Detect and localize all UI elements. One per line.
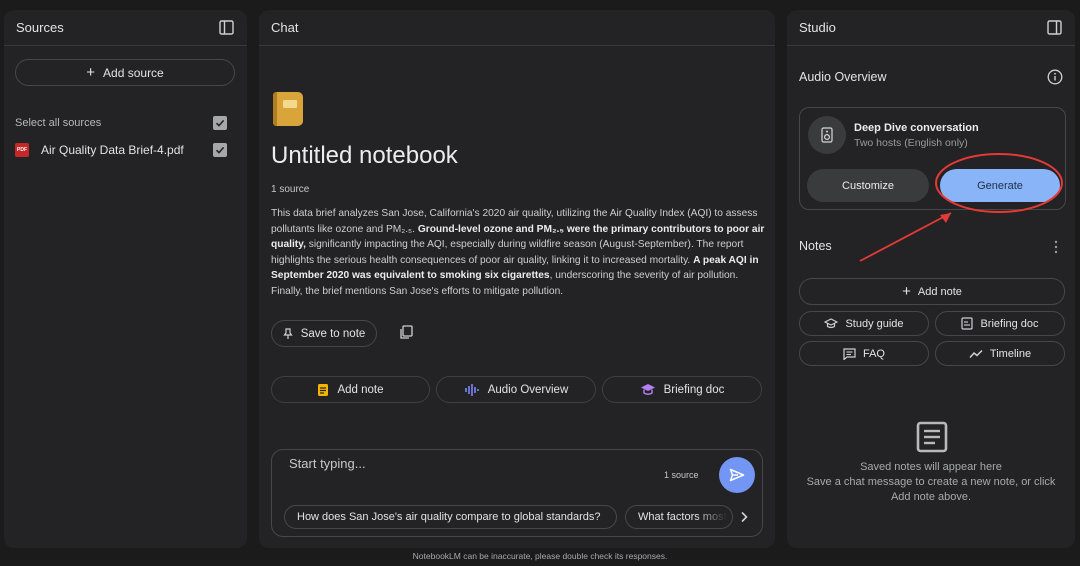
collapse-panel-icon[interactable] bbox=[217, 19, 235, 37]
notebook-title[interactable]: Untitled notebook bbox=[271, 142, 458, 170]
timeline-icon bbox=[969, 349, 983, 358]
add-note-button[interactable]: + Add note bbox=[799, 278, 1065, 305]
source-item-main: PDF Air Quality Data Brief-4.pdf bbox=[15, 143, 184, 157]
copy-icon[interactable] bbox=[398, 324, 414, 340]
plus-icon: + bbox=[902, 282, 911, 300]
empty-line: Save a chat message to create a new note… bbox=[806, 476, 1056, 488]
chat-panel: Chat Untitled notebook 1 source This dat… bbox=[259, 10, 775, 548]
study-guide-button[interactable]: Study guide bbox=[799, 311, 929, 336]
pdf-icon: PDF bbox=[15, 143, 29, 157]
timeline-label: Timeline bbox=[989, 347, 1032, 360]
deep-dive-title: Deep Dive conversation bbox=[854, 122, 979, 134]
empty-line: Saved notes will appear here bbox=[860, 461, 1002, 473]
send-button[interactable] bbox=[719, 457, 755, 493]
collapse-panel-icon[interactable] bbox=[1045, 19, 1063, 37]
audio-overview-heading: Audio Overview bbox=[799, 70, 887, 84]
plus-icon: + bbox=[86, 63, 96, 81]
add-source-button[interactable]: + Add source bbox=[15, 59, 235, 86]
faq-label: FAQ bbox=[862, 347, 885, 360]
notes-empty-message: Saved notes will appear here Save a chat… bbox=[787, 460, 1075, 505]
chat-title: Chat bbox=[271, 20, 299, 35]
source-checkbox[interactable] bbox=[213, 143, 227, 157]
add-note-action-label: Add note bbox=[337, 383, 384, 396]
generate-button[interactable]: Generate bbox=[940, 169, 1060, 202]
graduation-cap-icon bbox=[640, 384, 655, 395]
add-source-label: Add source bbox=[103, 65, 164, 80]
empty-line: Add note above. bbox=[890, 491, 972, 503]
source-item[interactable]: PDF Air Quality Data Brief-4.pdf bbox=[15, 141, 227, 159]
study-guide-label: Study guide bbox=[845, 317, 904, 330]
faq-button[interactable]: FAQ bbox=[799, 341, 929, 366]
save-to-note-label: Save to note bbox=[300, 327, 366, 340]
timeline-button[interactable]: Timeline bbox=[935, 341, 1065, 366]
disclaimer-footer: NotebookLM can be inaccurate, please dou… bbox=[412, 551, 668, 561]
info-icon[interactable] bbox=[1047, 69, 1063, 85]
source-count: 1 source bbox=[271, 184, 310, 195]
faq-icon bbox=[843, 347, 856, 360]
studio-panel: Studio Audio Overview Deep Dive conversa… bbox=[787, 10, 1075, 548]
chat-header: Chat bbox=[259, 10, 775, 46]
audio-overview-action-label: Audio Overview bbox=[487, 383, 569, 396]
briefing-doc-action-label: Briefing doc bbox=[663, 383, 725, 396]
select-all-row[interactable]: Select all sources bbox=[15, 114, 227, 132]
chevron-right-icon[interactable] bbox=[737, 510, 751, 524]
summary-text: significantly impacting the AQI, especia… bbox=[271, 239, 744, 266]
save-to-note-button[interactable]: Save to note bbox=[271, 320, 377, 347]
note-icon bbox=[318, 383, 329, 396]
studio-header: Studio bbox=[787, 10, 1075, 46]
graduation-cap-icon bbox=[824, 317, 839, 328]
select-all-label: Select all sources bbox=[15, 117, 102, 129]
input-source-count: 1 source bbox=[664, 470, 699, 480]
add-note-action-button[interactable]: Add note bbox=[271, 376, 430, 403]
customize-button[interactable]: Customize bbox=[807, 169, 929, 202]
briefing-doc-action-button[interactable]: Briefing doc bbox=[602, 376, 762, 403]
studio-title: Studio bbox=[799, 20, 836, 35]
document-icon bbox=[961, 317, 974, 330]
select-all-checkbox[interactable] bbox=[213, 116, 227, 130]
add-note-label: Add note bbox=[917, 285, 962, 298]
pin-icon bbox=[283, 327, 293, 339]
audio-overview-card: Deep Dive conversation Two hosts (Englis… bbox=[799, 107, 1066, 210]
sources-panel: Sources + Add source Select all sources … bbox=[4, 10, 247, 548]
chat-input-box[interactable]: Start typing... 1 source How does San Jo… bbox=[271, 449, 763, 537]
deep-dive-subtitle: Two hosts (English only) bbox=[854, 137, 968, 149]
notes-empty-icon bbox=[916, 421, 948, 453]
audio-overview-action-button[interactable]: Audio Overview bbox=[436, 376, 596, 403]
suggestion-text: What factors most bbox=[638, 511, 727, 523]
notebook-icon bbox=[273, 92, 303, 126]
briefing-doc-label: Briefing doc bbox=[980, 317, 1039, 330]
speaker-icon bbox=[808, 116, 846, 154]
waveform-icon bbox=[464, 383, 479, 396]
send-icon bbox=[729, 468, 745, 482]
suggestion-text: How does San Jose's air quality compare … bbox=[297, 511, 601, 523]
sources-header: Sources bbox=[4, 10, 247, 46]
more-options-icon[interactable] bbox=[1049, 239, 1063, 255]
chat-input-placeholder[interactable]: Start typing... bbox=[289, 456, 366, 471]
suggestion-chip[interactable]: What factors most bbox=[625, 505, 733, 529]
notes-heading: Notes bbox=[799, 239, 832, 253]
sources-title: Sources bbox=[16, 20, 64, 35]
source-item-name: Air Quality Data Brief-4.pdf bbox=[41, 143, 184, 157]
briefing-doc-button[interactable]: Briefing doc bbox=[935, 311, 1065, 336]
notebook-summary: This data brief analyzes San Jose, Calif… bbox=[271, 206, 766, 300]
suggestion-chip[interactable]: How does San Jose's air quality compare … bbox=[284, 505, 617, 529]
